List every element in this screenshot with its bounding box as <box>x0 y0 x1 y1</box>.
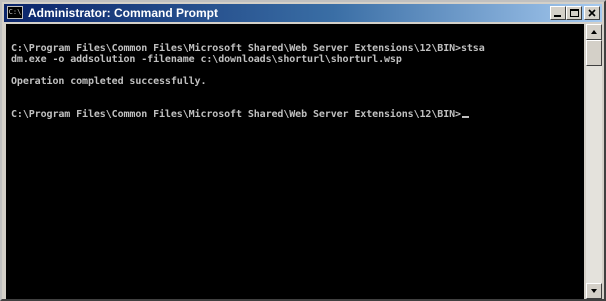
scroll-up-button[interactable] <box>586 24 602 40</box>
scroll-up-arrow-icon <box>591 30 597 34</box>
console-line: dm.exe -o addsolution -filename c:\downl… <box>11 54 402 65</box>
prompt-text: C:\Program Files\Common Files\Microsoft … <box>11 109 461 120</box>
scroll-down-arrow-icon <box>591 289 597 293</box>
close-button[interactable] <box>584 6 600 20</box>
caption-buttons <box>550 6 600 20</box>
title-bar[interactable]: C:\ Administrator: Command Prompt <box>4 4 602 22</box>
prompt-line: C:\Program Files\Common Files\Microsoft … <box>11 109 469 120</box>
scroll-thumb[interactable] <box>586 40 602 66</box>
minimize-button[interactable] <box>550 6 566 20</box>
minimize-icon <box>554 15 561 17</box>
cmd-icon[interactable]: C:\ <box>7 6 23 19</box>
text-cursor <box>461 116 469 118</box>
console-line: Operation completed successfully. <box>11 76 207 87</box>
window-title: Administrator: Command Prompt <box>28 6 219 20</box>
scroll-down-button[interactable] <box>586 283 602 299</box>
vertical-scrollbar[interactable] <box>586 24 602 299</box>
maximize-button[interactable] <box>566 6 582 20</box>
command-prompt-window: C:\ Administrator: Command Prompt C:\Pro… <box>0 0 606 301</box>
close-icon <box>588 9 596 17</box>
maximize-icon <box>570 9 579 17</box>
console-output[interactable]: C:\Program Files\Common Files\Microsoft … <box>6 24 584 299</box>
console-line: C:\Program Files\Common Files\Microsoft … <box>11 43 485 54</box>
